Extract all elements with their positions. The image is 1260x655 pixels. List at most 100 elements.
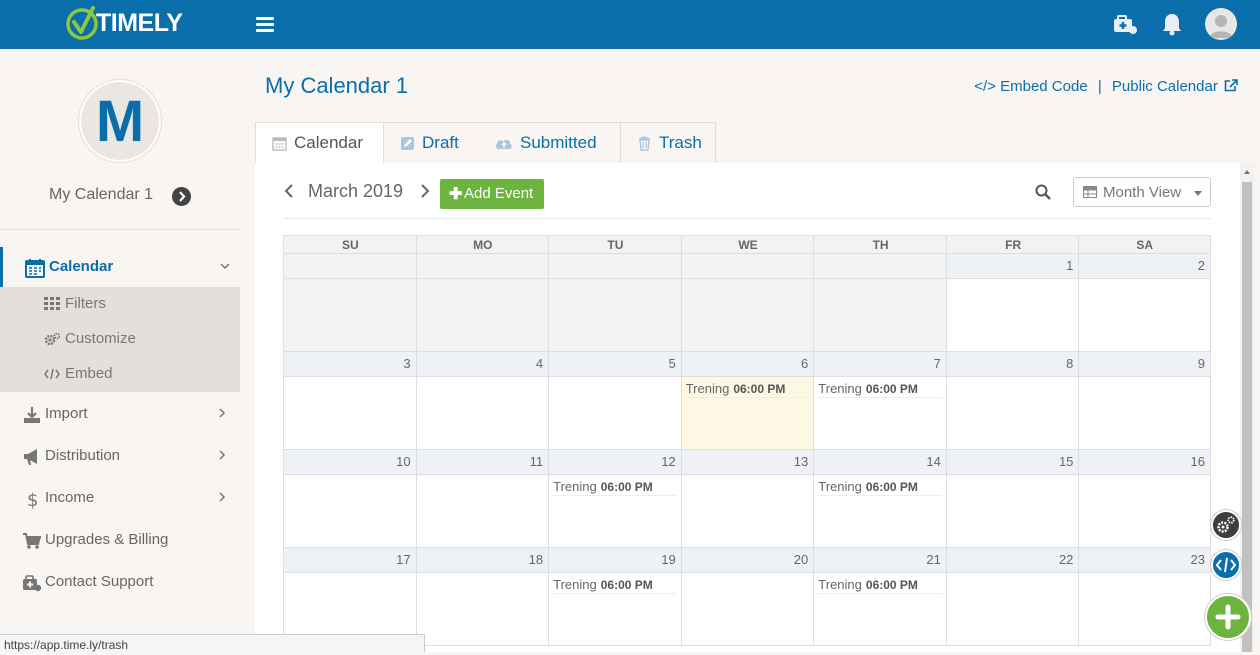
sidebar-item-distribution[interactable]: Distribution <box>0 436 240 478</box>
event-time: 06:00 PM <box>600 578 653 592</box>
view-select-label: Month View <box>1103 184 1182 201</box>
calendar-day-cell[interactable]: 8 <box>945 352 1079 450</box>
event-time: 06:00 PM <box>865 382 918 396</box>
calendar-day-cell[interactable]: 4 <box>415 352 549 450</box>
day-number <box>681 254 814 279</box>
user-silhouette-icon <box>1209 15 1233 38</box>
tab-submitted[interactable]: Submitted <box>479 122 620 164</box>
calendar-day-cell-empty[interactable] <box>415 254 549 352</box>
chevron-down-icon <box>220 263 230 270</box>
calendar-day-cell[interactable]: 14 Trening 06:00 PM <box>813 450 946 548</box>
day-number: 19 <box>549 548 681 573</box>
add-event-button[interactable]: ✚ Add Event <box>440 179 544 209</box>
calendar-day-cell[interactable]: 19 Trening 06:00 PM <box>548 548 681 646</box>
hamburger-menu-icon[interactable] <box>256 17 274 33</box>
calendar-day-cell[interactable]: 7 Trening 06:00 PM <box>813 352 946 450</box>
external-link-icon[interactable] <box>1224 79 1238 92</box>
event-title: Trening <box>818 577 862 592</box>
calendar-day-cell[interactable]: 10 <box>283 450 416 548</box>
calendar-day-cell[interactable]: 23 <box>1078 548 1211 646</box>
tab-label: Calendar <box>294 133 363 152</box>
calendar-day-cell[interactable]: 20 <box>680 548 814 646</box>
calendar-day-cell[interactable]: 21 Trening 06:00 PM <box>813 548 946 646</box>
day-number: 18 <box>416 548 549 573</box>
calendar-day-cell[interactable]: 18 <box>415 548 549 646</box>
calendar-day-cell[interactable]: 13 <box>680 450 814 548</box>
calendar-day-cell[interactable]: 9 <box>1078 352 1211 450</box>
chevron-right-icon <box>219 492 226 502</box>
add-fab[interactable] <box>1205 594 1251 640</box>
day-number: 5 <box>549 352 681 377</box>
gears-icon <box>1217 516 1235 533</box>
calendar-event[interactable]: Trening 06:00 PM <box>818 577 942 594</box>
chevron-right-circle-icon[interactable] <box>172 187 191 206</box>
day-number: 13 <box>681 450 814 475</box>
add-event-label: Add Event <box>464 185 534 202</box>
tab-label: Draft <box>422 133 459 152</box>
sidebar-item-income[interactable]: $ Income <box>0 478 240 520</box>
calendar-event[interactable]: Trening 06:00 PM <box>685 381 810 398</box>
next-month-icon[interactable] <box>419 184 431 198</box>
calendar-day-cell[interactable]: 3 <box>283 352 416 450</box>
support-icon[interactable] <box>1112 11 1138 37</box>
scroll-thumb[interactable] <box>1242 182 1252 652</box>
view-select[interactable]: Month View <box>1073 177 1211 207</box>
calendar-day-cell[interactable]: 17 <box>283 548 416 646</box>
bell-icon[interactable] <box>1159 11 1185 37</box>
public-calendar-link[interactable]: Public Calendar <box>1112 78 1218 95</box>
calendar-day-cell-empty[interactable] <box>548 254 681 352</box>
day-number: 17 <box>284 548 416 573</box>
calendar-day-cell[interactable]: 22 <box>945 548 1079 646</box>
user-avatar[interactable] <box>1205 8 1237 40</box>
settings-fab[interactable] <box>1211 510 1241 540</box>
sidebar-item-import[interactable]: Import <box>0 394 240 436</box>
weekday-header: SA <box>1078 235 1211 254</box>
calendar-day-cell[interactable]: 12 Trening 06:00 PM <box>548 450 681 548</box>
calendar-event[interactable]: Trening 06:00 PM <box>818 479 942 496</box>
calendar-event[interactable]: Trening 06:00 PM <box>553 577 677 594</box>
edit-icon <box>401 137 414 150</box>
subnav-item-label: Filters <box>65 295 106 312</box>
calendar-subnav: Filters Customize Embed <box>0 287 240 392</box>
trash-icon <box>639 136 650 151</box>
search-icon[interactable] <box>1035 184 1051 200</box>
weekday-header: WE <box>680 235 815 254</box>
tab-draft[interactable]: Draft <box>384 122 479 164</box>
sidebar-item-contact-support[interactable]: Contact Support <box>0 562 240 604</box>
calendar-day-cell-empty[interactable] <box>283 254 416 352</box>
vertical-scrollbar[interactable] <box>1240 164 1254 652</box>
calendar-day-cell-empty[interactable] <box>680 254 814 352</box>
day-number <box>284 254 416 279</box>
calendar-day-cell[interactable]: 11 <box>415 450 549 548</box>
calendar-day-cell[interactable]: 16 <box>1078 450 1211 548</box>
weekday-header: SU <box>283 235 417 254</box>
megaphone-icon <box>24 449 37 465</box>
calendar-day-cell[interactable]: 6 Trening 06:00 PM <box>680 352 814 450</box>
calendar-day-cell[interactable]: 5 <box>548 352 681 450</box>
embed-code-link[interactable]: </> Embed Code <box>974 78 1087 95</box>
calendar-day-cell[interactable]: 2 <box>1078 254 1211 352</box>
event-title: Trening <box>553 479 597 494</box>
month-label[interactable]: March 2019 <box>308 181 403 202</box>
day-number: 12 <box>549 450 681 475</box>
main-content: My Calendar 1 </> Embed Code | Public Ca… <box>255 49 1260 652</box>
prev-month-icon[interactable] <box>283 184 295 198</box>
calendar-day-cell-empty[interactable] <box>813 254 946 352</box>
sidebar-item-calendar[interactable]: Calendar <box>0 247 240 289</box>
sidebar-calendar-name: My Calendar 1 <box>49 186 154 203</box>
event-title: Trening <box>553 577 597 592</box>
calendar-day-cell[interactable]: 1 <box>945 254 1079 352</box>
calendar-day-cell[interactable]: 15 <box>945 450 1079 548</box>
plus-icon <box>1215 604 1241 630</box>
day-number: 7 <box>814 352 946 377</box>
calendar-event[interactable]: Trening 06:00 PM <box>818 381 942 398</box>
embed-fab[interactable] <box>1211 550 1241 580</box>
tab-calendar[interactable]: Calendar <box>255 122 384 164</box>
weekday-header: TH <box>813 235 947 254</box>
tab-trash[interactable]: Trash <box>620 122 716 164</box>
day-number: 11 <box>416 450 549 475</box>
sidebar-item-upgrades-billing[interactable]: Upgrades & Billing <box>0 520 240 562</box>
event-time: 06:00 PM <box>733 382 786 396</box>
scroll-up-arrow-icon[interactable] <box>1240 165 1254 179</box>
calendar-event[interactable]: Trening 06:00 PM <box>553 479 677 496</box>
